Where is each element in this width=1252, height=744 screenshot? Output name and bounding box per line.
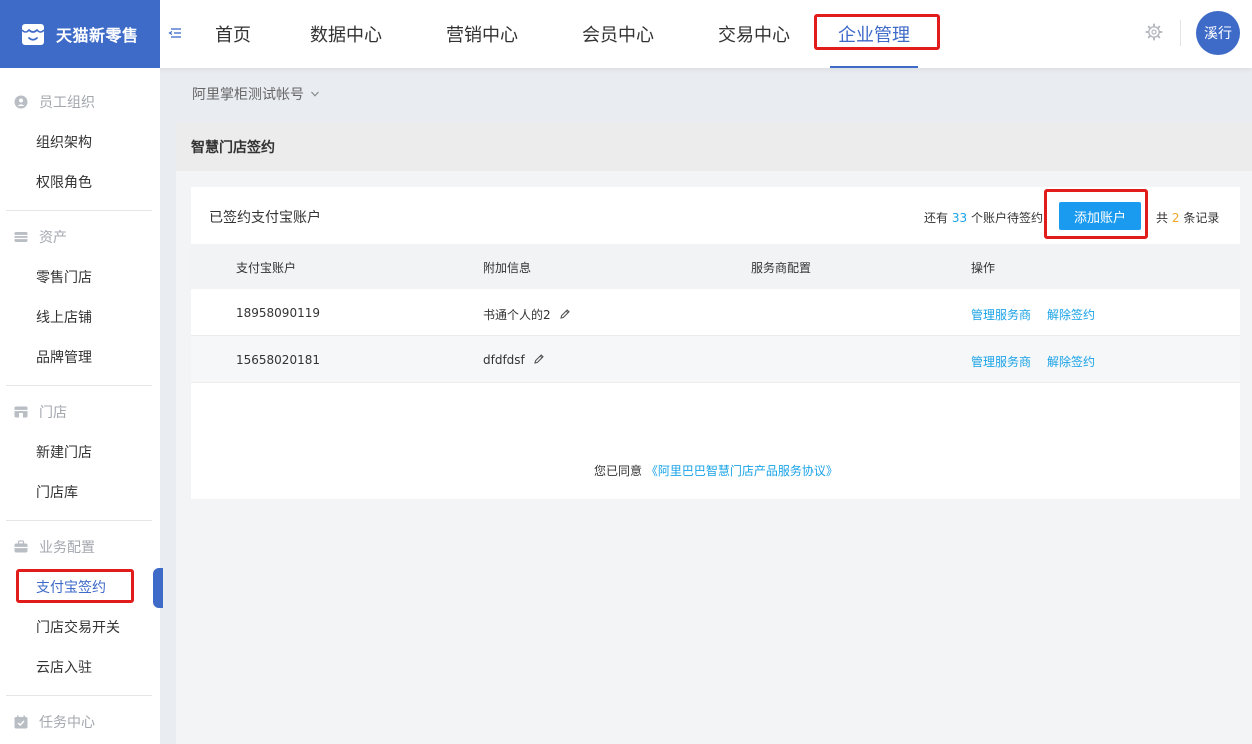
column-header: 操作 — [971, 261, 996, 275]
highlight-box — [16, 569, 134, 603]
pencil-icon[interactable] — [533, 353, 545, 365]
page-title: 智慧门店签约 — [176, 123, 1252, 171]
manage-provider-link[interactable]: 管理服务商 — [971, 353, 1031, 370]
alipay-account: 18958090119 — [236, 306, 320, 320]
terminate-signing-link[interactable]: 解除签约 — [1047, 306, 1095, 323]
sidebar-item-store-library[interactable]: 门店库 — [0, 472, 160, 512]
nav-member-center[interactable]: 会员中心 — [550, 0, 686, 68]
pencil-icon[interactable] — [559, 308, 571, 320]
sidebar-section-title: 资产 — [0, 217, 160, 257]
sidebar-section-title: 门店 — [0, 392, 160, 432]
sidebar-item-org-structure[interactable]: 组织架构 — [0, 122, 160, 162]
task-icon — [14, 715, 28, 729]
pending-count: 33 — [951, 211, 968, 225]
column-header: 服务商配置 — [751, 261, 812, 275]
sidebar-item-alipay-signing[interactable]: 支付宝签约 — [0, 567, 160, 607]
card-title: 已签约支付宝账户 — [209, 210, 321, 226]
divider — [6, 695, 152, 696]
main-nav: 首页 数据中心 营销中心 会员中心 交易中心 企业管理 — [188, 0, 940, 68]
staff-icon — [14, 95, 28, 109]
service-agreement-link[interactable]: 《阿里巴巴智慧门店产品服务协议》 — [646, 464, 838, 478]
column-header: 支付宝账户 — [236, 261, 297, 275]
nav-data-center[interactable]: 数据中心 — [278, 0, 414, 68]
sidebar-item-retail-stores[interactable]: 零售门店 — [0, 257, 160, 297]
table-row: 15658020181 dfdfdsf 管理服务商 解除签约 — [191, 336, 1240, 383]
sidebar-item-store-trade-switch[interactable]: 门店交易开关 — [0, 607, 160, 647]
divider — [1180, 20, 1181, 46]
nav-trade-center[interactable]: 交易中心 — [686, 0, 822, 68]
sidebar-section-title: 员工组织 — [0, 82, 160, 122]
sidebar-section-task-center: 任务中心 — [0, 702, 160, 742]
total-count: 2 — [1171, 211, 1180, 225]
sidebar-section-assets: 资产 零售门店 线上店铺 品牌管理 — [0, 217, 160, 377]
brand-name: 天猫新零售 — [56, 26, 139, 45]
asset-icon — [14, 232, 28, 242]
sidebar-item-new-store[interactable]: 新建门店 — [0, 432, 160, 472]
brand[interactable]: 天猫新零售 — [0, 0, 160, 68]
extra-info: dfdfdsf — [483, 353, 545, 367]
menu-collapse-icon[interactable] — [166, 24, 184, 42]
sidebar-active-indicator — [153, 568, 163, 608]
sidebar-section-business-config: 业务配置 支付宝签约 门店交易开关 云店入驻 — [0, 527, 160, 687]
sidebar-section-title: 业务配置 — [0, 527, 160, 567]
divider — [6, 520, 152, 521]
chevron-down-icon — [311, 91, 319, 97]
gear-icon[interactable] — [1145, 23, 1163, 41]
signed-accounts-card: 已签约支付宝账户 还有 33 个账户待签约 添加账户 共 2 条记录 支付宝账户… — [191, 187, 1240, 499]
table-header: 支付宝账户 附加信息 服务商配置 操作 — [191, 244, 1240, 289]
agreement-text: 您已同意 《阿里巴巴智慧门店产品服务协议》 — [594, 464, 838, 478]
nav-home[interactable]: 首页 — [188, 0, 278, 68]
nav-marketing-center[interactable]: 营销中心 — [414, 0, 550, 68]
avatar[interactable]: 溪行 — [1196, 11, 1240, 55]
manage-provider-link[interactable]: 管理服务商 — [971, 306, 1031, 323]
sidebar-section-staff: 员工组织 组织架构 权限角色 — [0, 82, 160, 202]
briefcase-icon — [14, 540, 28, 553]
pending-count-text: 还有 33 个账户待签约 — [924, 211, 1043, 225]
account-switcher[interactable]: 阿里掌柜测试帐号 — [192, 84, 320, 104]
highlight-box — [814, 14, 940, 50]
sidebar-section-store: 门店 新建门店 门店库 — [0, 392, 160, 512]
top-bar: 天猫新零售 首页 数据中心 营销中心 会员中心 交易中心 企业管理 溪行 — [0, 0, 1252, 68]
sidebar-item-cloud-store-onboarding[interactable]: 云店入驻 — [0, 647, 160, 687]
store-icon — [14, 406, 28, 418]
column-header: 附加信息 — [483, 261, 532, 275]
extra-info: 书通个人的2 — [483, 306, 571, 323]
add-account-button[interactable]: 添加账户 — [1059, 202, 1141, 230]
alipay-account: 15658020181 — [236, 353, 320, 367]
store-logo-icon — [20, 21, 46, 47]
terminate-signing-link[interactable]: 解除签约 — [1047, 353, 1095, 370]
sidebar-section-title[interactable]: 任务中心 — [0, 702, 160, 742]
divider — [6, 210, 152, 211]
sidebar: 员工组织 组织架构 权限角色 资产 零售门店 线上店铺 品牌管理 门店 新建门店… — [0, 68, 160, 744]
sidebar-item-brand-management[interactable]: 品牌管理 — [0, 337, 160, 377]
sidebar-item-online-shops[interactable]: 线上店铺 — [0, 297, 160, 337]
total-records-text: 共 2 条记录 — [1156, 211, 1220, 225]
sidebar-item-roles[interactable]: 权限角色 — [0, 162, 160, 202]
divider — [6, 385, 152, 386]
main-panel: 智慧门店签约 已签约支付宝账户 还有 33 个账户待签约 添加账户 共 2 条记… — [176, 123, 1252, 744]
nav-enterprise-management[interactable]: 企业管理 — [814, 0, 940, 68]
table-row: 18958090119 书通个人的2 管理服务商 解除签约 — [191, 289, 1240, 336]
